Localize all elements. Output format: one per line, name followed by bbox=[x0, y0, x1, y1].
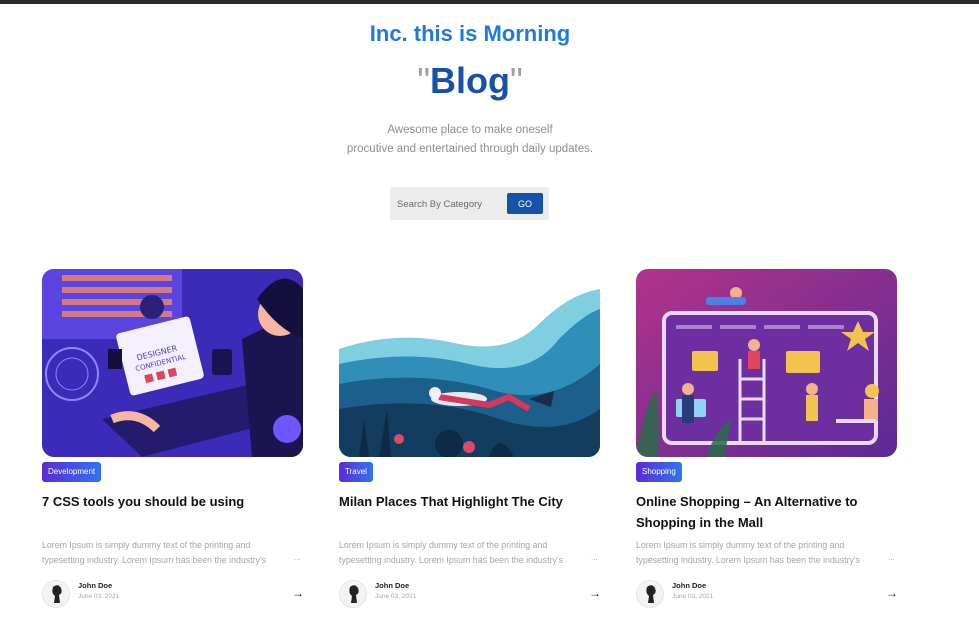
post-excerpt: Lorem Ipsum is simply dummy text of the … bbox=[42, 540, 266, 565]
hero-description: Awesome place to make oneself procutive … bbox=[0, 121, 940, 159]
author-name: John Doe bbox=[78, 581, 113, 590]
post-title[interactable]: Milan Places That Highlight The City bbox=[339, 491, 600, 512]
post-date: June 03, 2021 bbox=[78, 593, 120, 600]
ellipsis: ... bbox=[294, 553, 301, 562]
post-date: June 03, 2021 bbox=[672, 593, 714, 600]
avatar bbox=[339, 580, 367, 608]
title-close-quote: " bbox=[509, 60, 523, 101]
blog-card[interactable]: Travel Milan Places That Highlight The C… bbox=[339, 269, 601, 609]
illustration-online-shopping-icon[interactable] bbox=[636, 269, 897, 457]
author-name: John Doe bbox=[375, 581, 410, 590]
arrow-right-icon[interactable]: → bbox=[589, 586, 601, 600]
category-search: GO bbox=[390, 187, 549, 220]
author-name: John Doe bbox=[672, 581, 707, 590]
avatar bbox=[42, 580, 70, 608]
post-date: June 03, 2021 bbox=[375, 593, 417, 600]
go-button[interactable]: GO bbox=[507, 193, 543, 214]
hero-description-line-1: Awesome place to make oneself bbox=[387, 124, 553, 136]
arrow-right-icon[interactable]: → bbox=[886, 586, 898, 600]
category-badge[interactable]: Travel bbox=[339, 462, 373, 482]
search-input[interactable] bbox=[392, 193, 504, 215]
post-title[interactable]: 7 CSS tools you should be using bbox=[42, 491, 303, 512]
post-excerpt: Lorem Ipsum is simply dummy text of the … bbox=[339, 540, 563, 565]
illustration-diver-underwater-icon[interactable] bbox=[339, 269, 600, 457]
illustration-desk-laptop-icon[interactable]: DESIGNER CONFIDENTIAL bbox=[42, 269, 303, 457]
post-title[interactable]: Online Shopping – An Alternative to Shop… bbox=[636, 491, 897, 533]
top-border bbox=[0, 0, 979, 4]
category-badge[interactable]: Development bbox=[42, 462, 102, 482]
hero-description-line-2: procutive and entertained through daily … bbox=[346, 143, 594, 155]
arrow-right-icon[interactable]: → bbox=[292, 586, 304, 600]
title-open-quote: " bbox=[417, 60, 430, 101]
ellipsis: ... bbox=[591, 553, 598, 562]
hero-subtitle: Inc. this is Morning bbox=[369, 21, 571, 46]
category-badge[interactable]: Shopping bbox=[636, 462, 682, 482]
ellipsis: ... bbox=[888, 553, 895, 562]
post-excerpt: Lorem Ipsum is simply dummy text of the … bbox=[636, 540, 860, 565]
blog-card[interactable]: Shopping Online Shopping – An Alternativ… bbox=[636, 269, 898, 609]
blog-card[interactable]: DESIGNER CONFIDENTIAL Development 7 CSS … bbox=[42, 269, 304, 609]
page-title: "Blog" bbox=[0, 60, 940, 102]
title-text: Blog bbox=[430, 60, 510, 101]
avatar bbox=[636, 580, 664, 608]
